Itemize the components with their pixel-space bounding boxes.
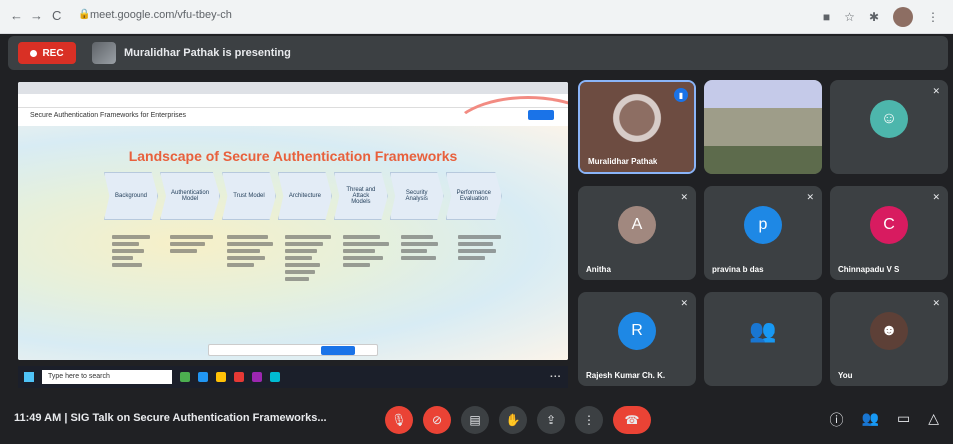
browser-toolbar: ← → C 🔒 meet.google.com/vfu-tbey-ch ■ ☆ … [0,0,953,34]
step-box: Authentication Model [160,172,221,220]
reload-icon[interactable]: C [52,8,61,23]
mic-off-button[interactable]: 🎙 [385,406,413,434]
step-bullets [108,232,508,302]
rec-label: REC [42,47,64,59]
shared-taskbar: Type here to search ▪ ▪ ▪ [18,366,568,388]
participant-avatar: R [618,312,656,351]
participant-name: Rajesh Kumar Ch. K. [586,371,666,380]
info-icon[interactable]: ⓘ [830,410,844,430]
bullet-column [281,232,335,302]
bullet-column [166,232,220,302]
more-menu-icon[interactable]: ⋮ [927,10,939,24]
captions-button[interactable]: ▤ [461,406,489,434]
taskbar-search: Type here to search [42,370,172,384]
step-box: Trust Model [222,172,276,220]
mic-off-icon: ✕ [680,192,688,202]
participant-name: Anitha [586,265,611,274]
activities-icon[interactable]: △ [928,410,939,430]
bullet-column [339,232,393,302]
step-box: Architecture [277,172,332,220]
participant-video [704,80,822,174]
step-box: Security Analysis [389,172,444,220]
slide: Landscape of Secure Authentication Frame… [18,96,568,360]
app-icon [234,372,244,382]
participant-avatar: ☻ [870,312,908,351]
bullet-column [108,232,162,302]
people-icon[interactable]: 👥 [862,410,879,430]
shared-screen: Secure Authentication Frameworks for Ent… [18,82,568,360]
participant-tile[interactable]: ✕ A Anitha [578,186,696,280]
mic-off-icon: ✕ [932,192,940,202]
camera-icon[interactable]: ■ [823,10,830,24]
star-icon[interactable]: ☆ [844,10,855,24]
meeting-info: 11:49 AM | SIG Talk on Secure Authentica… [14,412,327,424]
participant-tile[interactable]: ✕ ☻ You [830,292,948,386]
participant-avatar: ☺ [870,100,908,139]
bullet-column [454,232,508,302]
side-controls: ⓘ 👥 ▭ △ [830,410,939,430]
address-bar[interactable]: meet.google.com/vfu-tbey-ch [90,9,232,21]
shared-doc-title: Secure Authentication Frameworks for Ent… [30,112,187,119]
participant-name: pravina b das [712,265,764,274]
participant-avatar: p [744,206,782,245]
sharing-toast [208,344,378,356]
participant-tile[interactable]: ▮ Muralidhar Pathak [578,80,696,174]
participant-tile[interactable]: ✕ ☺ [830,80,948,174]
chat-icon[interactable]: ▭ [897,410,910,430]
present-button[interactable]: ⇪ [537,406,565,434]
mic-off-icon: ✕ [680,298,688,308]
more-options-button[interactable]: ⋮ [575,406,603,434]
mic-off-icon: ✕ [932,298,940,308]
participant-avatar: C [870,206,908,245]
participant-tile[interactable]: ✕ p pravina b das [704,186,822,280]
participant-tile[interactable]: ✕ C Chinnapadu V S [830,186,948,280]
process-steps: Background Authentication Model Trust Mo… [104,172,504,220]
bullet-column [397,232,451,302]
bullet-column [223,232,277,302]
decorative-arc [448,96,568,176]
participant-tile[interactable]: 👥 [704,292,822,386]
record-dot-icon [30,49,38,57]
participant-name: Muralidhar Pathak [588,157,658,166]
speaking-icon: ▮ [674,88,688,102]
leave-call-button[interactable]: ☎ [613,406,651,434]
participant-name: Chinnapadu V S [838,265,900,274]
mic-off-icon: ✕ [806,192,814,202]
raise-hand-button[interactable]: ✋ [499,406,527,434]
stop-sharing-button [321,346,355,355]
participant-avatar: 👥 [749,318,777,344]
extensions-icon[interactable]: ✱ [869,10,879,24]
shared-browser-tabs [18,82,568,94]
slide-title: Landscape of Secure Authentication Frame… [128,148,458,164]
app-icon [180,372,190,382]
participant-name: You [838,371,853,380]
step-box: Threat and Attack Models [333,172,388,220]
camera-off-button[interactable]: ⊘ [423,406,451,434]
mic-off-icon: ✕ [932,86,940,96]
back-arrow-icon[interactable]: ← [10,8,23,23]
lock-icon[interactable]: 🔒 [78,9,90,20]
presenter-thumbnail [92,42,116,64]
participant-tile[interactable]: ✕ R Rajesh Kumar Ch. K. [578,292,696,386]
meet-header: REC Muralidhar Pathak is presenting [8,36,948,70]
step-box: Background [104,172,159,220]
recording-badge: REC [18,42,76,64]
call-controls: 🎙 ⊘ ▤ ✋ ⇪ ⋮ ☎ [385,406,651,434]
step-box: Performance Evaluation [445,172,503,220]
windows-start-icon [24,372,34,382]
meet-controls-bar: 11:49 AM | SIG Talk on Secure Authentica… [0,396,953,444]
presenter-chip[interactable]: Muralidhar Pathak is presenting [92,41,291,65]
app-icon [198,372,208,382]
app-icon [252,372,262,382]
profile-avatar[interactable] [893,7,913,27]
forward-arrow-icon[interactable]: → [30,8,43,23]
presenter-text: Muralidhar Pathak is presenting [124,47,291,59]
participant-avatar: A [618,206,656,245]
taskbar-clock: ▪ ▪ ▪ [550,374,560,380]
participant-tile[interactable] [704,80,822,174]
app-icon [216,372,226,382]
app-icon [270,372,280,382]
